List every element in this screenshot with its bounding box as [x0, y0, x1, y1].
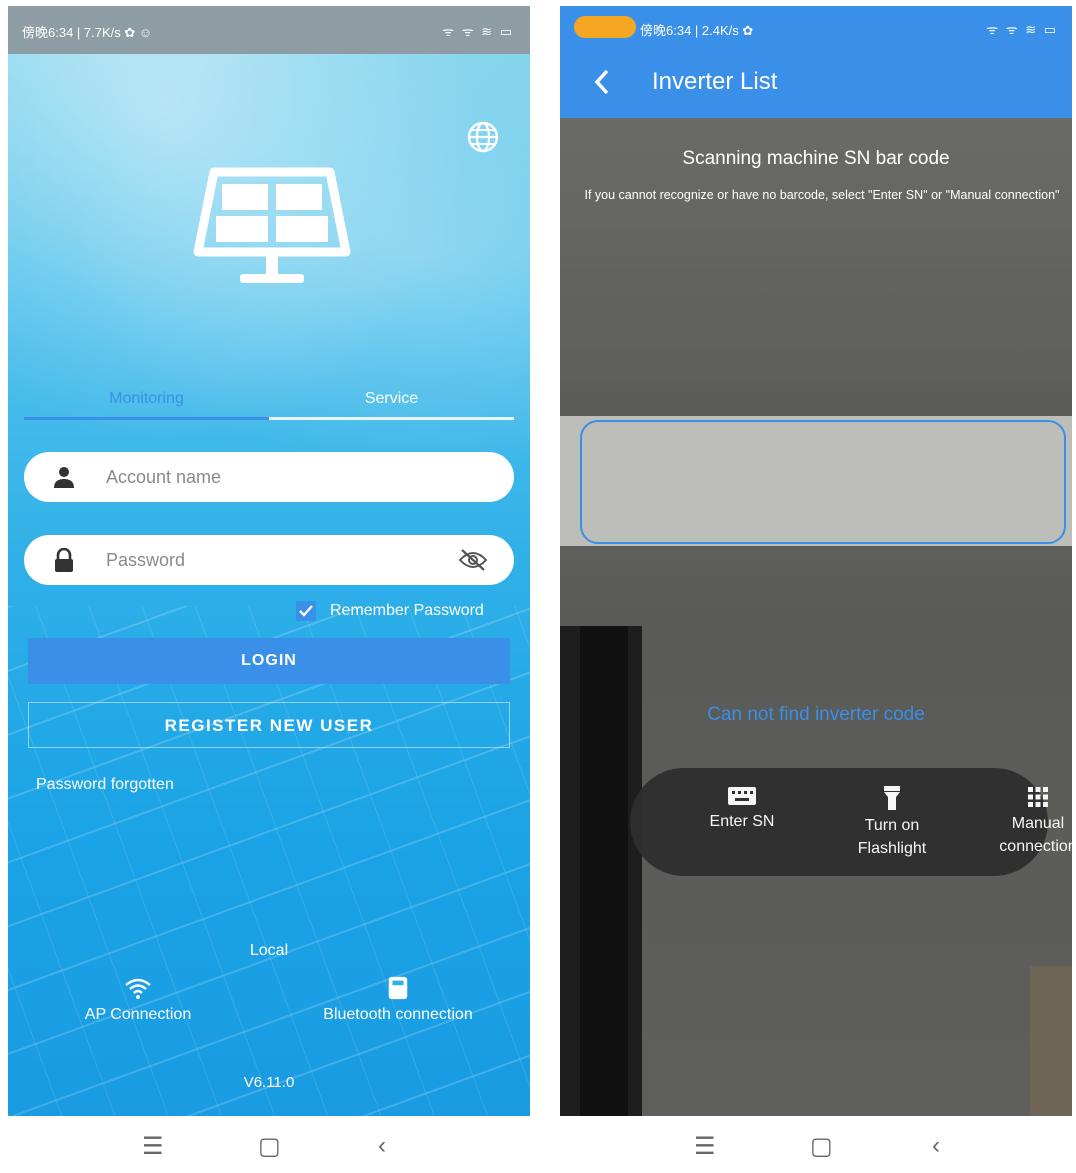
- back-nav-icon[interactable]: ‹: [932, 1132, 940, 1160]
- bluetooth-connection-button[interactable]: Bluetooth connection: [298, 976, 498, 1024]
- manual-connection-button[interactable]: Manual connection: [978, 786, 1072, 858]
- tab-monitoring[interactable]: Monitoring: [24, 384, 269, 420]
- password-input[interactable]: Password: [24, 535, 514, 585]
- scan-frame: [580, 420, 1066, 544]
- flashlight-button[interactable]: Turn on Flashlight: [832, 786, 952, 860]
- user-icon: [54, 467, 74, 488]
- account-name-input[interactable]: Account name: [24, 452, 514, 502]
- menu-nav-icon[interactable]: ☰: [142, 1132, 164, 1161]
- home-nav-icon[interactable]: ▢: [810, 1132, 833, 1161]
- status-icons: ᯤ ᯤ ≋ ▭: [986, 22, 1058, 37]
- account-name-placeholder: Account name: [106, 467, 222, 487]
- flashlight-icon: [884, 786, 900, 810]
- scanner-screen: 傍晚6:34 | 2.4K/s ✿ ᯤ ᯤ ≋ ▭ Inverter List …: [560, 0, 1072, 1173]
- menu-nav-icon[interactable]: ☰: [694, 1132, 716, 1161]
- page-title: Inverter List: [652, 68, 778, 95]
- ap-connection-button[interactable]: AP Connection: [68, 976, 208, 1024]
- status-bar: 傍晚6:34 | 7.7K/s ✿ ☺ ᯤ ᯤ ≋ ▭: [8, 6, 530, 54]
- remember-checkbox[interactable]: [296, 601, 316, 621]
- bluetooth-device-icon: [388, 976, 408, 1000]
- status-bar: 傍晚6:34 | 2.4K/s ✿ ᯤ ᯤ ≋ ▭: [560, 6, 1072, 46]
- home-nav-icon[interactable]: ▢: [258, 1132, 281, 1161]
- camera-background-object: [1030, 966, 1072, 1116]
- login-background: 傍晚6:34 | 7.7K/s ✿ ☺ ᯤ ᯤ ≋ ▭ Monitoring S…: [8, 6, 530, 1116]
- camera-indicator-icon: [574, 16, 636, 38]
- password-forgotten-link[interactable]: Password forgotten: [36, 776, 174, 794]
- remember-label: Remember Password: [330, 602, 484, 619]
- back-nav-icon[interactable]: ‹: [378, 1132, 386, 1160]
- scan-title: Scanning machine SN bar code: [682, 148, 950, 169]
- scan-hint: If you cannot recognize or have no barco…: [584, 188, 1060, 202]
- login-button[interactable]: LOGIN: [28, 638, 510, 684]
- status-icons: ᯤ ᯤ ≋ ▭: [442, 24, 514, 39]
- app-version: V6.11.0: [243, 1074, 295, 1091]
- enter-sn-button[interactable]: Enter SN: [682, 786, 802, 833]
- system-navbar: ☰ ▢ ‹: [560, 1118, 1072, 1173]
- cannot-find-link[interactable]: Can not find inverter code: [560, 704, 1072, 726]
- lock-icon: [55, 548, 73, 572]
- login-tabs: Monitoring Service: [24, 384, 514, 420]
- action-bar: Enter SN Turn on Flashlight Manual conne…: [630, 768, 1072, 876]
- app-bar: Inverter List: [560, 46, 1072, 118]
- grid-icon: [1028, 787, 1048, 807]
- register-button[interactable]: REGISTER NEW USER: [28, 702, 510, 748]
- tab-service[interactable]: Service: [269, 384, 514, 420]
- keyboard-icon: [728, 787, 756, 805]
- camera-view: 傍晚6:34 | 2.4K/s ✿ ᯤ ᯤ ≋ ▭ Inverter List …: [560, 6, 1072, 1116]
- ap-connection-label: AP Connection: [84, 1006, 192, 1023]
- wifi-icon: [125, 978, 151, 999]
- eye-off-icon[interactable]: [458, 548, 488, 572]
- password-placeholder: Password: [106, 550, 186, 570]
- back-arrow-icon[interactable]: [592, 68, 612, 96]
- local-label: Local: [249, 942, 289, 959]
- flashlight-label: Turn on Flashlight: [857, 817, 927, 857]
- status-time: 傍晚6:34 | 2.4K/s ✿: [640, 23, 754, 38]
- system-navbar: ☰ ▢ ‹: [8, 1118, 530, 1173]
- camera-object-shadow: [580, 626, 628, 1116]
- bluetooth-connection-label: Bluetooth connection: [323, 1006, 473, 1023]
- globe-icon[interactable]: [466, 120, 500, 154]
- manual-connection-label: Manual connection: [999, 815, 1072, 855]
- login-screen: 傍晚6:34 | 7.7K/s ✿ ☺ ᯤ ᯤ ≋ ▭ Monitoring S…: [8, 0, 530, 1173]
- solar-panel-logo-icon: [193, 167, 351, 283]
- status-time: 傍晚6:34 | 7.7K/s ✿ ☺: [22, 25, 153, 40]
- enter-sn-label: Enter SN: [709, 813, 775, 830]
- check-icon: [299, 605, 313, 617]
